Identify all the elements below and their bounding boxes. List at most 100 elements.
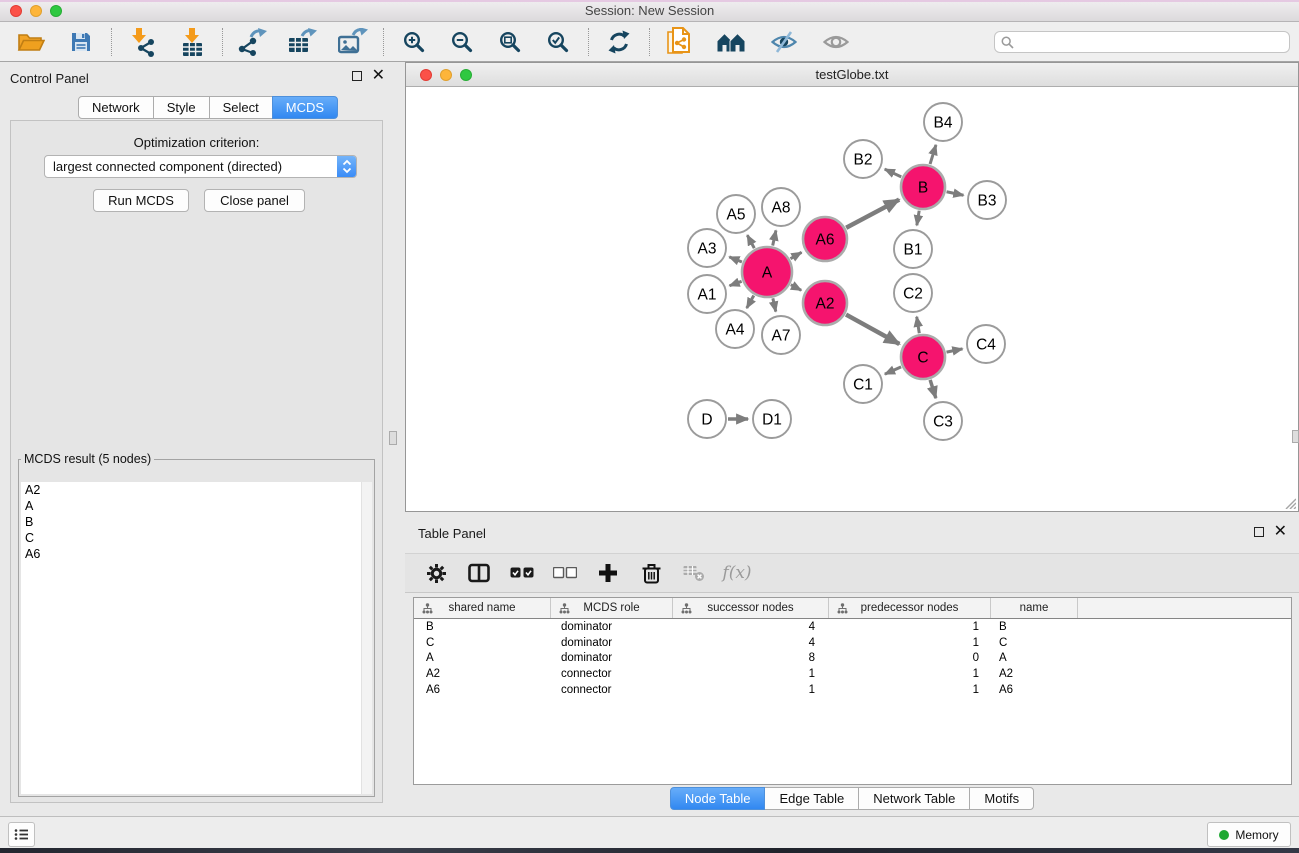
import-network-icon[interactable] [125, 26, 159, 58]
minimize-window-button[interactable] [30, 5, 42, 17]
node-B[interactable]: B [901, 165, 945, 209]
node-D[interactable]: D [688, 400, 726, 438]
edge-B-B4[interactable] [930, 145, 936, 164]
zoom-in-icon[interactable] [397, 26, 431, 58]
tab-select[interactable]: Select [209, 96, 273, 119]
mcds-result-item[interactable]: C [21, 530, 372, 546]
delete-column-icon[interactable] [638, 560, 664, 586]
edge-A2-C[interactable] [846, 315, 899, 344]
search-input[interactable] [1018, 34, 1283, 50]
mcds-result-item[interactable]: A6 [21, 546, 372, 562]
edge-A-A2[interactable] [791, 285, 801, 291]
table-row[interactable]: Bdominator41B [414, 619, 1291, 635]
node-B2[interactable]: B2 [844, 140, 882, 178]
gear-icon[interactable] [423, 560, 449, 586]
float-table-panel-icon[interactable] [1254, 527, 1264, 537]
function-builder-icon[interactable]: f(x) [724, 560, 750, 586]
open-folder-icon[interactable] [14, 26, 48, 58]
resize-grip-icon[interactable] [1282, 495, 1296, 509]
edge-C-C2[interactable] [917, 317, 920, 334]
add-column-icon[interactable] [595, 560, 621, 586]
select-all-icon[interactable] [509, 560, 535, 586]
column-header-shared-name[interactable]: shared name [414, 598, 551, 618]
node-table[interactable]: shared nameMCDS rolesuccessor nodesprede… [413, 597, 1292, 785]
tab-style[interactable]: Style [153, 96, 210, 119]
memory-button[interactable]: Memory [1207, 822, 1291, 847]
column-header-name[interactable]: name [991, 598, 1078, 618]
hide-eye-icon[interactable] [767, 26, 801, 58]
node-C1[interactable]: C1 [844, 365, 882, 403]
zoom-fit-icon[interactable] [493, 26, 527, 58]
zoom-out-icon[interactable] [445, 26, 479, 58]
tab-edge-table[interactable]: Edge Table [764, 787, 859, 810]
deselect-all-icon[interactable] [552, 560, 578, 586]
maximize-window-button[interactable] [50, 5, 62, 17]
table-row[interactable]: Cdominator41C [414, 635, 1291, 651]
close-window-button[interactable] [10, 5, 22, 17]
network-window-titlebar[interactable]: testGlobe.txt [406, 63, 1298, 87]
edge-A-A1[interactable] [730, 281, 742, 285]
home-icon[interactable] [715, 26, 749, 58]
mcds-result-item[interactable]: A2 [21, 482, 372, 498]
network-document-icon[interactable] [663, 26, 697, 58]
node-A2[interactable]: A2 [803, 281, 847, 325]
node-A1[interactable]: A1 [688, 275, 726, 313]
edge-A6-B[interactable] [846, 200, 899, 228]
export-network-icon[interactable] [236, 26, 270, 58]
close-network-button[interactable] [420, 69, 432, 81]
tab-network-table[interactable]: Network Table [858, 787, 970, 810]
close-table-panel-icon[interactable]: ✕ [1274, 527, 1287, 537]
table-row[interactable]: Adominator80A [414, 651, 1291, 667]
task-history-button[interactable] [8, 822, 35, 847]
mcds-result-list[interactable]: A2ABCA6 [21, 482, 372, 794]
delete-table-icon[interactable] [681, 560, 707, 586]
node-A7[interactable]: A7 [762, 316, 800, 354]
tab-motifs[interactable]: Motifs [969, 787, 1034, 810]
mcds-result-item[interactable]: A [21, 498, 372, 514]
float-panel-icon[interactable] [352, 71, 362, 81]
edge-B-B1[interactable] [917, 211, 919, 226]
node-A[interactable]: A [742, 247, 792, 297]
edge-A-A8[interactable] [773, 230, 776, 245]
node-C3[interactable]: C3 [924, 402, 962, 440]
tab-mcds[interactable]: MCDS [272, 96, 338, 119]
node-B4[interactable]: B4 [924, 103, 962, 141]
import-table-icon[interactable] [175, 26, 209, 58]
column-header-predecessor-nodes[interactable]: predecessor nodes [829, 598, 991, 618]
export-image-icon[interactable] [336, 26, 370, 58]
close-panel-button[interactable]: Close panel [204, 189, 305, 212]
node-A3[interactable]: A3 [688, 229, 726, 267]
save-icon[interactable] [64, 26, 98, 58]
panel-splitter-handle[interactable] [389, 431, 397, 445]
tab-network[interactable]: Network [78, 96, 154, 119]
scrollbar[interactable] [361, 482, 372, 794]
column-header-successor-nodes[interactable]: successor nodes [673, 598, 829, 618]
edge-B-B2[interactable] [885, 169, 902, 177]
node-C[interactable]: C [901, 335, 945, 379]
edge-C-C4[interactable] [947, 349, 963, 352]
node-A6[interactable]: A6 [803, 217, 847, 261]
search-box[interactable] [994, 31, 1290, 53]
edge-A-A3[interactable] [729, 257, 742, 262]
close-panel-icon[interactable]: ✕ [372, 71, 385, 81]
network-canvas[interactable]: B4B2BB3A5A8A6B1A3AA1C2A2A4A7C4CC1C3DD1 [407, 88, 1293, 510]
edge-C-C3[interactable] [930, 380, 936, 398]
node-D1[interactable]: D1 [753, 400, 791, 438]
maximize-network-button[interactable] [460, 69, 472, 81]
minimize-network-button[interactable] [440, 69, 452, 81]
run-mcds-button[interactable]: Run MCDS [93, 189, 189, 212]
node-C4[interactable]: C4 [967, 325, 1005, 363]
edge-C-C1[interactable] [885, 367, 901, 374]
table-row[interactable]: A6connector11A6 [414, 682, 1291, 698]
show-eye-icon[interactable] [819, 26, 853, 58]
edge-A-A5[interactable] [747, 235, 754, 248]
criterion-dropdown[interactable]: largest connected component (directed) [44, 155, 357, 178]
zoom-selected-icon[interactable] [541, 26, 575, 58]
right-splitter-handle[interactable] [1292, 430, 1299, 443]
refresh-layout-icon[interactable] [602, 26, 636, 58]
edge-B-B3[interactable] [947, 192, 964, 195]
edge-A-A6[interactable] [790, 252, 801, 258]
node-B1[interactable]: B1 [894, 230, 932, 268]
column-header-mcds-role[interactable]: MCDS role [551, 598, 673, 618]
node-A8[interactable]: A8 [762, 188, 800, 226]
